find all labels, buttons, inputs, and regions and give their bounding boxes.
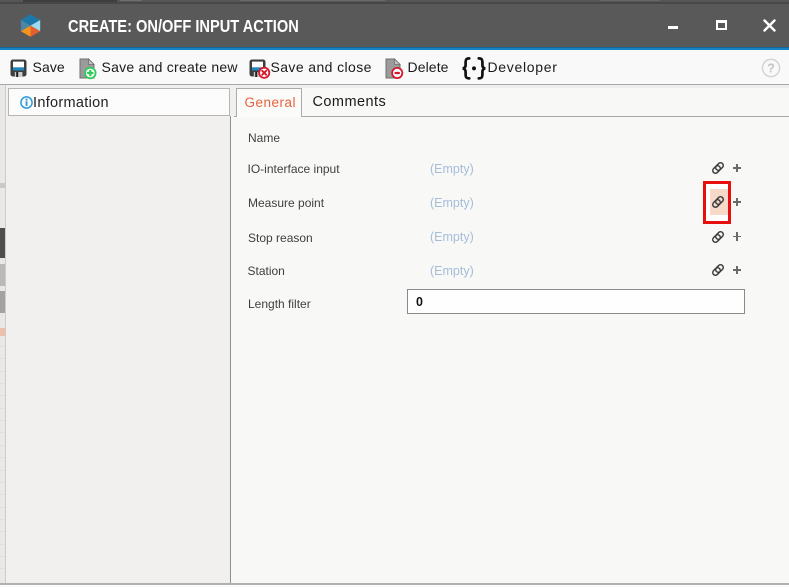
svg-text:?: ? xyxy=(767,62,775,76)
